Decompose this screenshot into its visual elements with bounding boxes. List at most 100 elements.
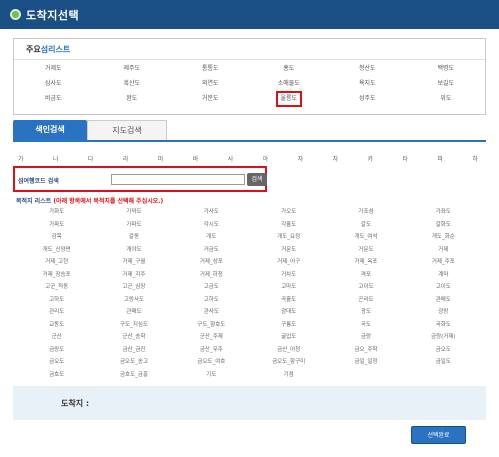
destination-item[interactable]: 개도_여석 <box>327 231 404 244</box>
destination-item[interactable]: 계마 <box>405 269 482 282</box>
consonant-link[interactable]: 아 <box>263 154 269 163</box>
destination-item[interactable]: 거제_옥포 <box>327 256 404 269</box>
island-item[interactable]: 위도 <box>407 93 486 105</box>
consonant-link[interactable]: 파 <box>437 154 443 163</box>
code-search-input[interactable] <box>111 174 245 185</box>
consonant-link[interactable]: 라 <box>123 154 129 163</box>
destination-item[interactable]: 개도 <box>173 231 250 244</box>
destination-item[interactable]: 금오_주학 <box>327 344 404 357</box>
destination-item[interactable]: 금오도 <box>405 344 482 357</box>
destination-item[interactable]: 광대도 <box>250 306 327 319</box>
destination-item[interactable]: 관사도 <box>173 306 250 319</box>
island-item[interactable]: 외연도 <box>171 78 250 90</box>
island-item[interactable]: 홍도 <box>250 63 329 75</box>
consonant-link[interactable]: 타 <box>402 154 408 163</box>
island-item[interactable]: 소매물도 <box>250 78 329 90</box>
consonant-link[interactable]: 자 <box>298 154 304 163</box>
destination-item[interactable]: 고마도 <box>250 281 327 294</box>
consonant-link[interactable]: 사 <box>228 154 234 163</box>
destination-item[interactable]: 구도_지심도 <box>95 319 172 332</box>
destination-item[interactable]: 가사도 <box>173 206 250 219</box>
destination-item[interactable]: 거문도 <box>250 244 327 257</box>
island-item[interactable]: 완도 <box>93 93 172 105</box>
destination-item[interactable]: 가오도 <box>250 206 327 219</box>
consonant-link[interactable]: 바 <box>193 154 199 163</box>
destination-item[interactable]: 금일_일정 <box>327 356 404 369</box>
consonant-link[interactable]: 마 <box>158 154 164 163</box>
destination-item[interactable]: 개도_신양면 <box>18 244 95 257</box>
island-item[interactable]: 욕지도 <box>328 78 407 90</box>
island-item[interactable]: 청산도 <box>328 63 407 75</box>
destination-item[interactable]: 거문도 <box>327 244 404 257</box>
island-item[interactable]: 삼사도 <box>14 78 93 90</box>
destination-item[interactable]: 거제_구월 <box>95 256 172 269</box>
destination-item[interactable]: 거제_성포 <box>173 256 250 269</box>
destination-item[interactable]: 가좌도 <box>405 206 482 219</box>
destination-item[interactable]: 고하도 <box>173 294 250 307</box>
destination-item[interactable]: 금산_금진 <box>95 344 172 357</box>
destination-item[interactable]: 곡흘도 <box>250 294 327 307</box>
tab-map-search[interactable]: 지도검색 <box>87 120 167 140</box>
destination-item[interactable]: 거제_하청 <box>173 269 250 282</box>
destination-item[interactable]: 금산_어청 <box>250 344 327 357</box>
destination-item[interactable]: 거제_지주 <box>95 269 172 282</box>
destination-item[interactable]: 개도_화순 <box>405 231 482 244</box>
destination-item[interactable]: 국화도 <box>405 319 482 332</box>
island-item[interactable]: 성주도 <box>328 93 407 105</box>
consonant-link[interactable]: 하 <box>472 154 478 163</box>
destination-item[interactable]: 금오도 <box>18 356 95 369</box>
destination-item[interactable]: 관매도 <box>405 294 482 307</box>
destination-item[interactable]: 감목 <box>18 231 95 244</box>
confirm-button[interactable]: 선택완료 <box>411 426 466 444</box>
destination-item[interactable]: 기점 <box>250 369 327 382</box>
destination-item[interactable]: 고랑사도 <box>95 294 172 307</box>
island-item[interactable]: 통통도 <box>171 63 250 75</box>
destination-item[interactable]: 거금도 <box>173 244 250 257</box>
destination-item[interactable]: 갈화도 <box>405 219 482 232</box>
destination-item[interactable]: 고금도 <box>173 281 250 294</box>
destination-item[interactable]: 구룡도 <box>250 319 327 332</box>
destination-item[interactable]: 거제 <box>405 244 482 257</box>
island-item[interactable]: 보길도 <box>407 78 486 90</box>
destination-item[interactable]: 금오도_함구미 <box>250 356 327 369</box>
destination-item[interactable]: 광도 <box>327 306 404 319</box>
destination-item[interactable]: 금오도_여호 <box>173 356 250 369</box>
destination-item[interactable]: 금일도 <box>405 356 482 369</box>
destination-item[interactable]: 고이도 <box>405 281 482 294</box>
destination-item[interactable]: 금랑 <box>327 331 404 344</box>
destination-item[interactable]: 금랑도 <box>18 344 95 357</box>
destination-item[interactable]: 고이도 <box>327 281 404 294</box>
destination-item[interactable]: 금호도_금흥 <box>95 369 172 382</box>
destination-item[interactable]: 굴업도 <box>250 331 327 344</box>
destination-item[interactable]: 광랑 <box>405 306 482 319</box>
code-search-button[interactable]: 검색 <box>247 173 267 186</box>
destination-item[interactable]: 관매도 <box>95 306 172 319</box>
island-item[interactable]: 거제도 <box>14 63 93 75</box>
destination-item[interactable]: 각흘도 <box>250 219 327 232</box>
destination-item[interactable]: 군산_주제 <box>173 331 250 344</box>
consonant-link[interactable]: 다 <box>88 154 94 163</box>
destination-item[interactable]: 교동도 <box>18 319 95 332</box>
consonant-link[interactable]: 가 <box>18 154 24 163</box>
destination-item[interactable]: 가덕도 <box>95 206 172 219</box>
destination-item[interactable]: 거제_고현 <box>18 256 95 269</box>
destination-item[interactable]: 가조섬 <box>327 206 404 219</box>
island-item[interactable]: 백령도 <box>407 63 486 75</box>
destination-item[interactable]: 개야도 <box>95 244 172 257</box>
consonant-link[interactable]: 차 <box>333 154 339 163</box>
island-item[interactable]: 비금도 <box>14 93 93 105</box>
destination-item[interactable]: 가화도 <box>18 206 95 219</box>
destination-item[interactable]: 개도_요정 <box>250 231 327 244</box>
destination-item[interactable]: 가파도 <box>18 219 95 232</box>
destination-item[interactable]: 각시도 <box>173 219 250 232</box>
destination-item[interactable]: 거제_장승포 <box>18 269 95 282</box>
island-item[interactable]: 제주도 <box>93 63 172 75</box>
destination-item[interactable]: 군산 <box>18 331 95 344</box>
destination-item[interactable]: 관리도 <box>18 306 95 319</box>
consonant-link[interactable]: 나 <box>53 154 59 163</box>
destination-item[interactable]: 격포 <box>327 269 404 282</box>
island-item[interactable]: 거문도 <box>171 93 250 105</box>
destination-item[interactable]: 금호도 <box>18 369 95 382</box>
destination-item[interactable]: 금랑(거제) <box>405 331 482 344</box>
destination-item[interactable]: 고군_적동 <box>18 281 95 294</box>
